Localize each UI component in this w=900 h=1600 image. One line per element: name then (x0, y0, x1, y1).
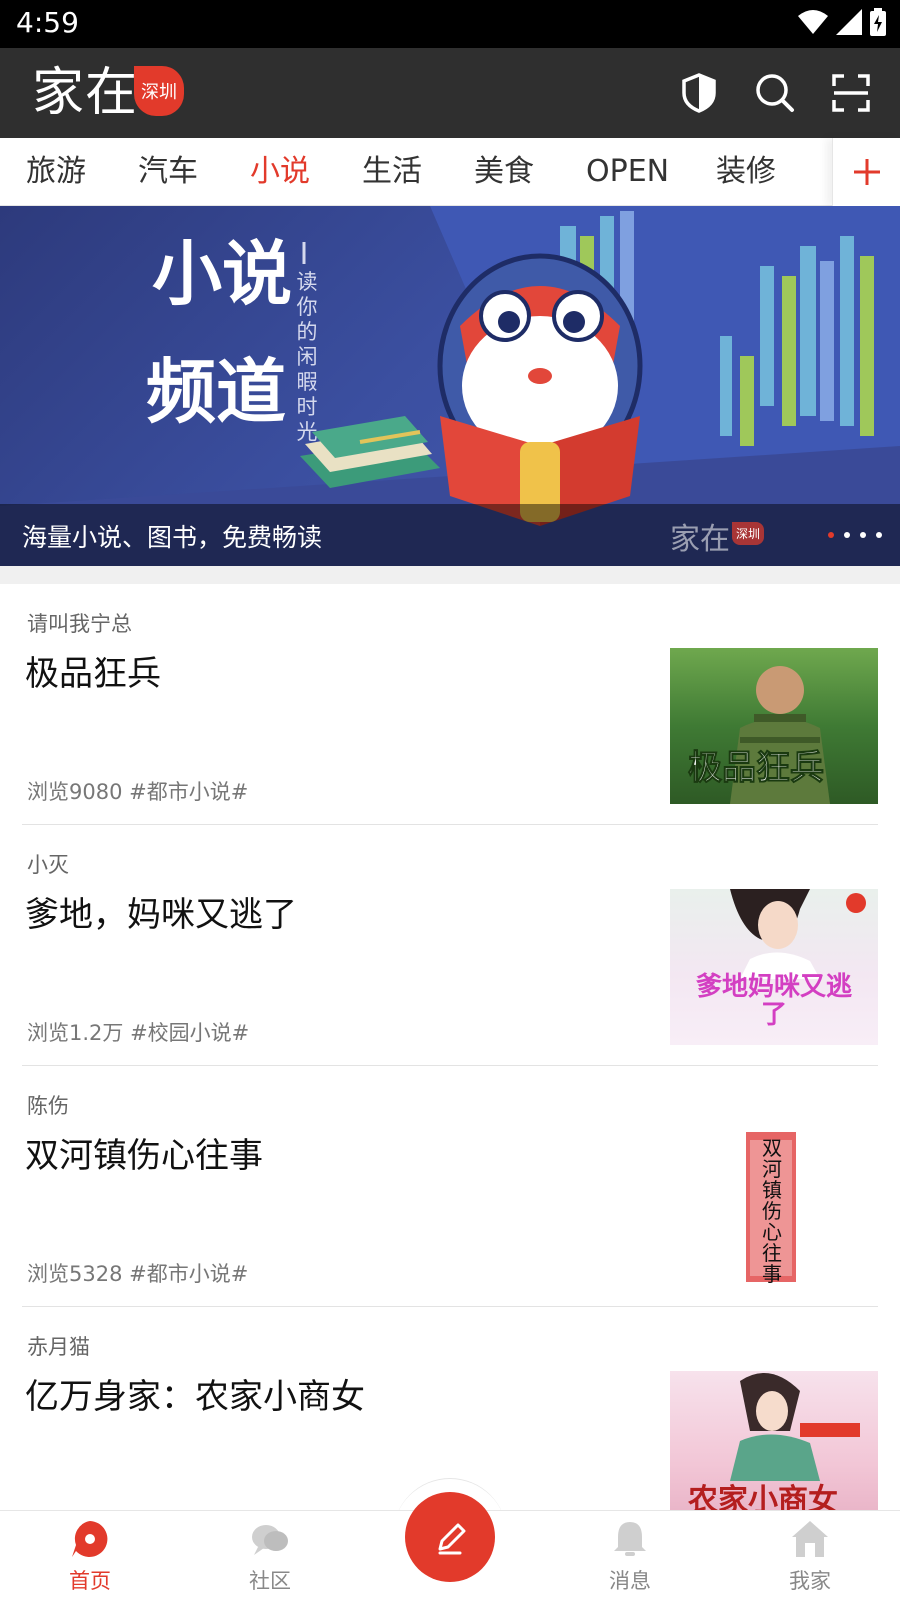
carousel-dot (860, 532, 866, 538)
banner-title-line1: 小说 (152, 232, 292, 315)
battery-icon (870, 8, 886, 40)
home-chat-icon (72, 1521, 108, 1557)
book-cover[interactable]: 爹地妈咪又逃了 (670, 889, 878, 1045)
add-channel-button[interactable] (832, 138, 900, 206)
novel-feed: 请叫我宁总 极品狂兵 浏览9080 #都市小说# 极品狂兵 小灭 爹地，妈咪又逃… (0, 584, 900, 1510)
item-title[interactable]: 亿万身家：农家小商女 (25, 1369, 365, 1418)
nav-home-label: 首页 (69, 1569, 111, 1593)
cover-title: 爹地妈咪又逃了 (695, 972, 852, 1030)
carousel-dot (828, 532, 834, 538)
house-icon (792, 1521, 828, 1557)
scan-icon[interactable] (828, 70, 874, 116)
signal-icon (836, 9, 862, 39)
banner-caption-bar: 海量小说、图书，免费畅读 家在 深圳 (0, 504, 900, 566)
nav-messages[interactable]: 消息 (570, 1511, 690, 1600)
search-icon[interactable] (752, 70, 798, 116)
item-meta: 浏览9080 #都市小说# (27, 780, 249, 804)
nav-my-home[interactable]: 我家 (750, 1511, 870, 1600)
header-actions (676, 70, 874, 116)
cover-title: 农家小商女 (688, 1483, 838, 1510)
banner-subtitle-char: 闲 (296, 345, 318, 369)
feed-item[interactable]: 请叫我宁总 极品狂兵 浏览9080 #都市小说# 极品狂兵 (22, 584, 878, 825)
app-logo[interactable]: 家在 深圳 (32, 62, 185, 124)
item-title[interactable]: 爹地，妈咪又逃了 (25, 887, 297, 936)
shield-icon[interactable] (676, 70, 722, 116)
tab-life[interactable]: 生活 (362, 138, 422, 206)
city-badge[interactable]: 深圳 (134, 66, 185, 116)
banner-watermark-badge: 深圳 (732, 522, 765, 545)
plus-icon (853, 159, 880, 185)
community-icon (252, 1525, 288, 1555)
item-meta: 浏览1.2万 #校园小说# (27, 1021, 250, 1045)
banner-subtitle-char: 读 (296, 270, 318, 294)
banner-subtitle-char: 时 (296, 395, 318, 419)
feed-item[interactable]: 小灭 爹地，妈咪又逃了 浏览1.2万 #校园小说# 爹地妈咪又逃了 (22, 825, 878, 1066)
item-title[interactable]: 双河镇伤心往事 (25, 1128, 263, 1177)
banner-watermark: 家在 (670, 522, 730, 557)
banner-carousel[interactable]: 小说 频道 读你的闲暇时光 海量小说、图书，免费畅读 家在 深圳 (0, 206, 900, 566)
channel-tab-bar: 旅游 汽车 小说 生活 美食 OPEN 装修 (0, 138, 900, 206)
pencil-icon (438, 1523, 466, 1555)
logo-text: 家在 (32, 63, 139, 123)
feed-item[interactable]: 陈伤 双河镇伤心往事 浏览5328 #都市小说# 双河镇伤心往事 (22, 1066, 878, 1307)
item-author: 陈伤 (27, 1094, 69, 1118)
compose-button[interactable] (405, 1492, 495, 1582)
cover-title: 极品狂兵 (688, 748, 825, 789)
banner-subtitle-char: 光 (296, 420, 318, 444)
tab-open[interactable]: OPEN (586, 138, 669, 206)
nav-my-home-label: 我家 (789, 1569, 831, 1593)
carousel-indicator (828, 532, 882, 538)
status-icons (798, 8, 886, 40)
nav-home[interactable]: 首页 (30, 1511, 150, 1600)
wifi-icon (798, 9, 828, 39)
banner-title-line2: 频道 (146, 350, 286, 433)
channel-tabs: 旅游 汽车 小说 生活 美食 OPEN 装修 (0, 138, 832, 206)
item-meta: 浏览5328 #都市小说# (27, 1262, 249, 1286)
carousel-dot (876, 532, 882, 538)
book-cover[interactable]: 双河镇伤心往事 (670, 1130, 878, 1286)
item-author: 赤月猫 (27, 1335, 90, 1359)
item-author: 小灭 (27, 853, 69, 877)
nav-community[interactable]: 社区 (210, 1511, 330, 1600)
nav-community-label: 社区 (249, 1569, 291, 1593)
banner-subtitle: 读你的闲暇时光 (292, 270, 322, 445)
book-cover[interactable]: 极品狂兵 (670, 648, 878, 804)
nav-messages-label: 消息 (609, 1569, 651, 1593)
tab-novel[interactable]: 小说 (250, 138, 310, 206)
cover-title: 双河镇伤心往事 (762, 1136, 782, 1286)
banner-subtitle-char: 你 (296, 295, 318, 319)
banner-subtitle-char: 暇 (296, 370, 318, 394)
tab-food[interactable]: 美食 (474, 138, 534, 206)
app-header: 家在 深圳 (0, 48, 900, 138)
item-title[interactable]: 极品狂兵 (25, 646, 161, 695)
tab-travel[interactable]: 旅游 (26, 138, 86, 206)
book-cover[interactable]: 农家小商女 (670, 1371, 878, 1510)
item-author: 请叫我宁总 (27, 612, 132, 636)
section-divider (0, 566, 900, 584)
tab-auto[interactable]: 汽车 (138, 138, 198, 206)
banner-caption: 海量小说、图书，免费畅读 (22, 523, 323, 552)
bell-icon (614, 1522, 646, 1556)
banner-subtitle-char: 的 (296, 320, 318, 344)
status-bar: 4:59 (0, 0, 900, 48)
status-time: 4:59 (16, 6, 79, 39)
carousel-dot (844, 532, 850, 538)
tab-decoration[interactable]: 装修 (716, 138, 776, 206)
